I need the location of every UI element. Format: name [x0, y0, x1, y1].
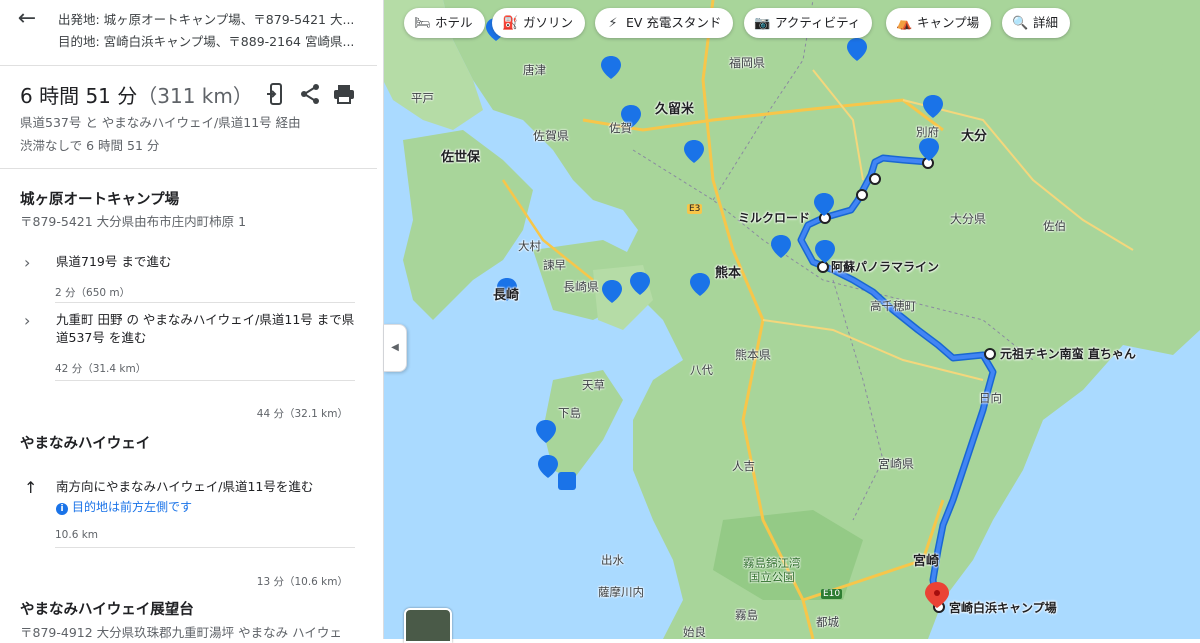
route-label-aso-panorama: 阿蘇パノラマライン	[831, 260, 940, 274]
map-label: 八代	[690, 363, 713, 377]
chip-label: アクティビティ	[775, 15, 861, 30]
map-label: 大分県	[950, 212, 987, 226]
map-label: 大村	[518, 239, 541, 253]
back-arrow-icon[interactable]: ←	[14, 6, 40, 32]
map-label: 久留米	[655, 102, 695, 117]
share-icon[interactable]	[298, 82, 322, 106]
route-via: 県道537号 と やまなみハイウェイ/県道11号 経由	[20, 115, 301, 130]
map-canvas[interactable]: 福岡県 唐津 平戸 久留米 佐賀県 佐賀 佐世保 大村 諫早 長崎県 長崎 熊本…	[383, 0, 1200, 639]
collapse-panel-button[interactable]: ◀	[384, 324, 407, 372]
chip-ev[interactable]: ⚡ EV 充電スタンド	[595, 8, 734, 38]
section-title: やまなみハイウェイ	[20, 436, 151, 452]
map-label: 都城	[816, 615, 839, 629]
map-label: 長崎	[493, 288, 520, 303]
chip-label: ガソリン	[523, 15, 574, 30]
map-label: 出水	[601, 553, 624, 567]
divider	[55, 380, 355, 381]
map-label: 人吉	[732, 459, 755, 473]
step-distance: 2 分（650 m）	[55, 287, 131, 299]
start-place-name: 城ヶ原オートキャンプ場	[20, 192, 180, 208]
map-label: 佐世保	[441, 150, 481, 165]
route-traffic: 渋滞なしで 6 時間 51 分	[20, 138, 160, 153]
section-total: 44 分（32.1 km）	[256, 408, 348, 420]
divider	[55, 547, 355, 548]
search-icon: 🔍	[1012, 16, 1029, 31]
map-label: 下島	[558, 406, 581, 420]
highway-shield: E10	[821, 589, 843, 599]
chip-label: EV 充電スタンド	[626, 15, 722, 30]
chip-activity[interactable]: 📷 アクティビティ	[744, 8, 873, 38]
destination-info: i 目的地は前方左側です	[56, 498, 192, 515]
map-label: 高千穂町	[870, 299, 916, 313]
chip-label: キャンプ場	[917, 15, 980, 30]
next-place-address: 〒879-4912 大分県玖珠郡九重町湯坪 やまなみ ハイウェ	[20, 625, 342, 639]
start-place-address: 〒879-5421 大分県由布市庄内町柿原 1	[20, 214, 247, 229]
map-label: 宮崎県	[878, 457, 915, 471]
map-label: 日向	[979, 391, 1002, 405]
map-label: 始良	[683, 625, 706, 639]
divider	[0, 65, 377, 66]
origin-field[interactable]: 出発地: 城ヶ原オートキャンプ場、〒879-5421 大...	[58, 9, 363, 28]
map-label: 佐賀県	[533, 129, 570, 143]
chip-hotel[interactable]: 🛏 ホテル	[404, 8, 485, 38]
layers-thumbnail[interactable]	[404, 608, 452, 643]
send-to-phone-icon[interactable]	[264, 82, 288, 106]
camera-icon: 📷	[754, 16, 771, 31]
campsite-pins-layer	[486, 18, 943, 490]
info-text: 目的地は前方左側です	[72, 500, 193, 514]
map-label: 長崎県	[563, 280, 600, 294]
map-label: 宮崎	[913, 554, 940, 569]
step-distance: 42 分（31.4 km）	[55, 363, 147, 375]
route-distance: （311 km）	[137, 84, 253, 108]
step-text: 県道719号 まで進む	[56, 254, 172, 269]
map-label: 大分	[961, 129, 988, 144]
map-label: 天草	[582, 378, 605, 392]
map-label: 佐伯	[1043, 219, 1066, 233]
section-total: 13 分（10.6 km）	[256, 576, 348, 588]
campsite-pin-icon	[486, 18, 943, 478]
tent-icon: ⛺	[896, 16, 913, 31]
chip-label: 詳細	[1033, 15, 1059, 30]
ferry-icon	[558, 472, 576, 490]
map-label: 佐賀	[609, 121, 632, 135]
chip-gas[interactable]: ⛽ ガソリン	[492, 8, 586, 38]
step-text: 九重町 田野 の やまなみハイウェイ/県道11号 まで県道537号 を進む	[56, 312, 355, 345]
divider	[0, 168, 377, 169]
map-label: 平戸	[411, 91, 434, 105]
chevron-right-icon: ›	[24, 253, 31, 272]
chevron-right-icon: ›	[24, 311, 31, 330]
map-label: 福岡県	[729, 56, 766, 70]
map-label: 霧島	[735, 608, 758, 622]
destination-field[interactable]: 目的地: 宮崎白浜キャンプ場、〒889-2164 宮崎県...	[58, 31, 363, 50]
map-label: 熊本	[715, 266, 742, 281]
gas-icon: ⛽	[502, 16, 519, 31]
info-icon: i	[56, 503, 68, 515]
highway-shield: E3	[687, 204, 703, 214]
step-distance: 10.6 km	[55, 529, 99, 541]
print-icon[interactable]	[332, 82, 356, 106]
map-label: 熊本県	[735, 348, 772, 362]
map-label: 薩摩川内	[598, 585, 644, 599]
map-label: 諫早	[543, 258, 566, 272]
chip-campsite[interactable]: ⛺ キャンプ場	[886, 8, 992, 38]
chip-more[interactable]: 🔍 詳細	[1002, 8, 1071, 38]
step-text: 南方向にやまなみハイウェイ/県道11号を進む	[56, 479, 314, 494]
route-summary: 6 時間 51 分（311 km）	[20, 80, 253, 109]
route-label-ganso: 元祖チキン南蛮 直ちゃん	[1000, 347, 1136, 361]
route-time: 6 時間 51 分	[20, 84, 138, 108]
map-label: 唐津	[523, 63, 546, 77]
ev-icon: ⚡	[608, 16, 618, 31]
map-label: 別府	[916, 125, 939, 139]
directions-panel: ← 出発地: 城ヶ原オートキャンプ場、〒879-5421 大... 目的地: 宮…	[0, 0, 384, 639]
route-label-milk-road: ミルクロード	[738, 211, 811, 225]
chip-label: ホテル	[435, 15, 473, 30]
divider	[55, 302, 355, 303]
route-label-destination: 宮崎白浜キャンプ場	[949, 601, 1057, 615]
next-place-name: やまなみハイウェイ展望台	[20, 602, 194, 618]
park-label: 霧島錦江湾 国立公園	[743, 556, 801, 584]
arrow-up-icon: ↑	[24, 478, 38, 497]
hotel-icon: 🛏	[414, 16, 431, 31]
